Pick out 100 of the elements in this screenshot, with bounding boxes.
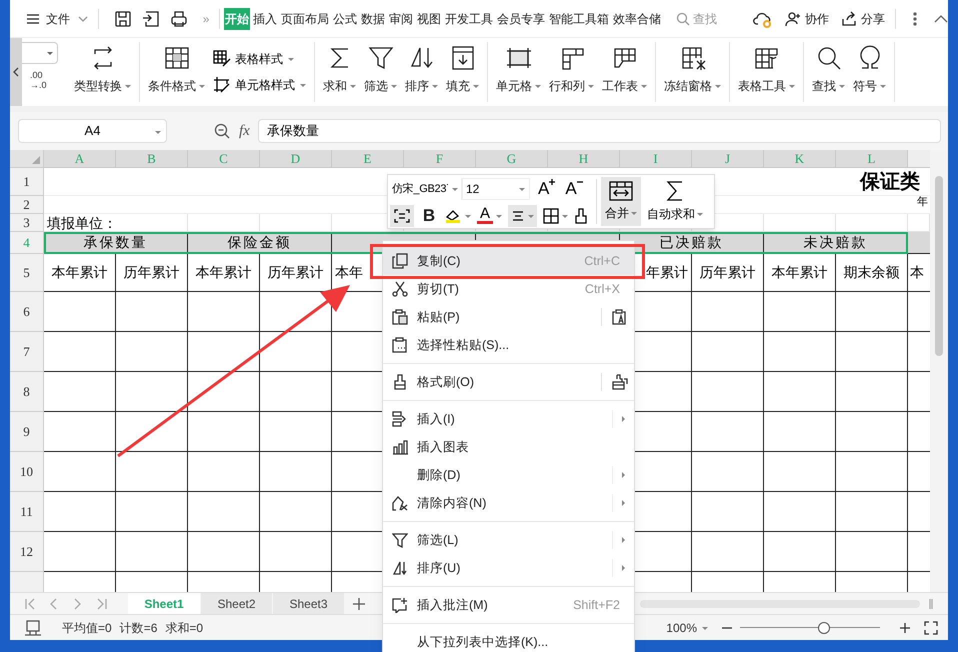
ribbon-button[interactable]: 查找 [808,38,849,106]
menu-item[interactable]: 粘贴(P) [383,303,634,331]
zoom-dropdown[interactable]: 100% [666,618,708,636]
menu-item[interactable]: 选择性粘贴(S)... [383,331,634,359]
menu-item-icon [392,337,408,353]
caret-icon [788,83,795,89]
font-size-dropdown[interactable]: 12 [462,178,530,200]
paste-option-icon[interactable] [612,309,628,325]
row-header[interactable]: 5 [10,254,44,292]
menu-item[interactable]: 格式刷(O) [383,368,634,396]
caret-icon [640,83,647,89]
collaborate-button[interactable]: 协作 [785,10,830,28]
ribbon-button[interactable]: 排序 [401,38,442,106]
ribbon-tab[interactable]: 视图 [416,8,442,30]
ribbon-tab[interactable]: 审阅 [388,8,414,30]
ribbon-button[interactable]: 工作表 [598,38,651,106]
name-box[interactable]: A4 [18,119,167,143]
increase-font-button[interactable]: A [538,179,556,199]
ribbon-tab[interactable]: 效率合储 [612,8,662,30]
row-header[interactable]: 12 [10,532,44,572]
ribbon-tab[interactable]: 公式 [332,8,358,30]
bold-button[interactable]: B [420,203,438,228]
paste-option-icon[interactable] [612,374,628,390]
table-cell [692,372,764,412]
table-cell [44,452,116,492]
autosum-button[interactable]: 自动求和 [647,175,703,228]
zoom-in-icon[interactable] [900,622,910,632]
ribbon-button[interactable]: 类型转换 [70,38,135,106]
function-button[interactable]: fx [239,120,250,142]
format-painter-icon[interactable] [574,208,588,224]
row-header[interactable]: 9 [10,412,44,452]
status-text: 平均值=0 [62,620,112,636]
merge-button[interactable]: 合并 [601,177,641,226]
ribbon-tab[interactable]: 会员专享 [496,8,546,30]
sheet-tab[interactable]: Sheet2 [200,592,272,614]
menu-item[interactable]: 清除内容(N) [383,489,634,517]
ribbon-tab[interactable]: 智能工具箱 [548,8,610,30]
ribbon-tab[interactable]: 插入 [252,8,278,30]
ribbon-button[interactable]: 表格样式 [213,50,306,68]
menu-item[interactable]: 插入(I) [383,405,634,433]
ribbon-button[interactable]: 填充 [442,38,483,106]
row-header[interactable]: 1 [10,168,44,196]
ribbon-button[interactable]: 行和列 [545,38,598,106]
share-button[interactable]: 分享 [841,10,886,28]
select-button[interactable] [390,204,414,227]
table-cell [836,452,908,492]
slider-thumb[interactable] [818,622,830,634]
ribbon-tab[interactable]: 页面布局 [280,8,330,30]
menu-item-icon [392,495,408,511]
ribbon-button[interactable]: 求和 [319,38,360,106]
row-header[interactable]: 8 [10,372,44,412]
export-icon[interactable] [142,10,160,28]
sheet-tab[interactable]: Sheet3 [272,592,344,614]
menu-item[interactable]: 从下拉列表中选择(K)... [383,628,634,652]
decrease-font-button[interactable]: A [565,179,583,199]
table-cell [836,532,908,572]
row-header[interactable]: 11 [10,492,44,532]
row-header[interactable]: 10 [10,452,44,492]
ribbon-button[interactable]: 冻结窗格 [660,38,725,106]
font-dropdown[interactable]: 仿宋_GB23˙ [390,178,462,200]
menu-item[interactable]: 删除(D) [383,461,634,489]
file-menu[interactable]: 文件 [22,6,74,32]
more-options-icon[interactable] [912,10,918,26]
menu-item[interactable]: 排序(U) [383,554,634,582]
ribbon-tab[interactable]: 数据 [360,8,386,30]
fullscreen-icon[interactable] [924,620,938,634]
row-header[interactable]: 6 [10,292,44,332]
ribbon-button[interactable]: 表格工具 [734,38,799,106]
print-icon[interactable] [170,10,188,28]
fill-color-button[interactable] [444,208,471,224]
save-icon[interactable] [114,10,132,28]
style-icon [213,50,231,68]
menu-item[interactable]: 复制(C) Ctrl+C [383,247,634,275]
menu-item[interactable]: 插入批注(M) Shift+F2 [383,591,634,619]
add-sheet-icon[interactable] [352,596,366,610]
decrease-decimal-button[interactable]: .00 →.0 [30,70,70,90]
formula-input[interactable]: 承保数量 [258,119,941,143]
row-header[interactable]: 3 [10,214,44,232]
macro-icon[interactable] [24,620,42,636]
menu-item[interactable]: 插入图表 [383,433,634,461]
caret-icon [630,210,637,216]
ribbon-button[interactable]: 条件格式 [144,38,209,106]
table-cell: 期末余额 [836,254,908,292]
scrollbar-thumb[interactable] [935,176,943,356]
row-header[interactable]: 2 [10,196,44,214]
row-header[interactable]: 7 [10,332,44,372]
table-cell [44,412,116,452]
table-cell: 本年累计 [44,254,116,292]
ribbon-button[interactable]: 单元格 [492,38,545,106]
ribbon-button[interactable]: 筛选 [360,38,401,106]
ribbon-button[interactable]: 符号 [849,38,890,106]
collapse-icon[interactable] [934,14,948,24]
border-button[interactable] [543,208,568,224]
zoom-slider[interactable] [740,622,880,634]
ribbon-button[interactable]: 单元格样式 [213,76,306,94]
align-button[interactable] [508,204,537,227]
menu-item[interactable]: 筛选(L) [383,526,634,554]
ribbon-tab[interactable]: 开发工具 [444,8,494,30]
zoom-icon[interactable] [214,123,230,139]
font-color-button[interactable]: A [477,207,502,224]
